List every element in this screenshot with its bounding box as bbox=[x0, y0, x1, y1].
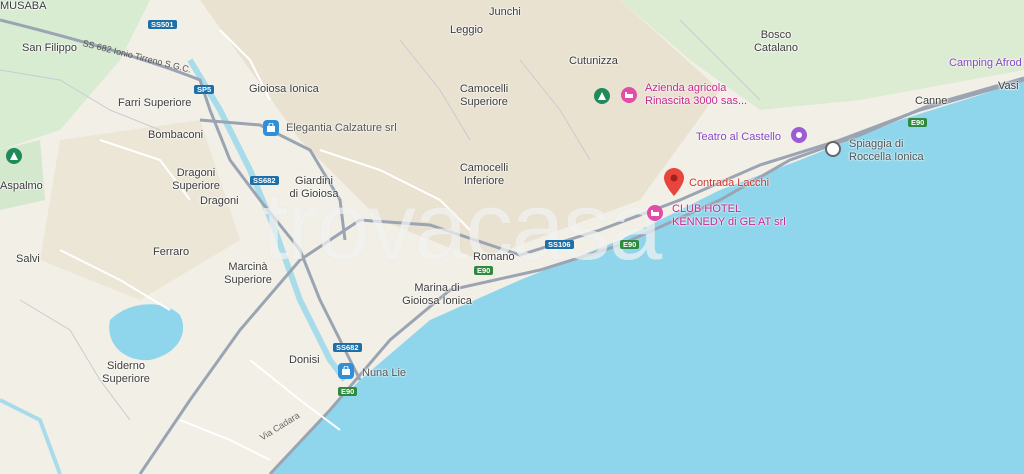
hotel-icon[interactable] bbox=[647, 205, 663, 221]
place-label-dragoni: Dragoni bbox=[200, 195, 239, 207]
place-label-donisi: Donisi bbox=[289, 354, 320, 366]
road-shield-ss106: SS106 bbox=[545, 240, 574, 249]
place-label-siderno-superiore: Siderno Superiore bbox=[102, 360, 150, 385]
poi-contrada-lacchi[interactable]: Contrada Lacchi bbox=[689, 177, 769, 190]
poi-azienda-agricola[interactable]: Azienda agricola Rinascita 3000 sas... bbox=[645, 82, 747, 108]
poi-camping-afrod[interactable]: Camping Afrod bbox=[949, 57, 1022, 70]
shopping-bag-icon[interactable] bbox=[263, 120, 279, 136]
place-label-romano: Romano bbox=[473, 251, 515, 263]
shopping-bag-icon[interactable] bbox=[338, 363, 354, 379]
place-label-cutunizza: Cutunizza bbox=[569, 55, 618, 67]
place-label-salvi: Salvi bbox=[16, 253, 40, 265]
place-label-bombaconi: Bombaconi bbox=[148, 129, 204, 141]
place-label-san-filippo: San Filippo bbox=[22, 42, 78, 54]
poi-club-hotel-kennedy[interactable]: CLUB HOTEL KENNEDY di GE AT srl bbox=[672, 203, 786, 229]
beach-icon[interactable] bbox=[825, 141, 841, 157]
place-label-marina-di-gioiosa: Marina di Gioiosa Ionica bbox=[402, 282, 472, 307]
place-label-bosco-catalano: Bosco Catalano bbox=[753, 29, 799, 54]
place-label-marcina-superiore: Marcinà Superiore bbox=[224, 261, 272, 286]
attraction-icon[interactable] bbox=[791, 127, 807, 143]
map-pin-icon[interactable] bbox=[664, 168, 684, 201]
road-shield-e90-b: E90 bbox=[620, 240, 640, 249]
place-label-ferraro: Ferraro bbox=[153, 246, 190, 258]
road-shield-ss682-b: SS682 bbox=[333, 343, 362, 352]
road-shield-e90-a: E90 bbox=[474, 266, 494, 275]
poi-teatro-al-castello[interactable]: Teatro al Castello bbox=[696, 131, 781, 144]
road-shield-ss501: SS501 bbox=[148, 20, 177, 29]
road-shield-ss682-a: SS682 bbox=[250, 176, 279, 185]
place-label-aspalmo: Aspalmo bbox=[0, 180, 43, 192]
place-label-vasi: Vasi bbox=[998, 80, 1019, 92]
map-canvas[interactable]: trovacasa MUSABA San Filippo Farri Super… bbox=[0, 0, 1024, 474]
hotel-icon[interactable] bbox=[621, 87, 637, 103]
road-shield-e90-c: E90 bbox=[908, 118, 928, 127]
place-label-canne: Canne bbox=[915, 95, 948, 107]
place-label-gioiosa-ionica: Gioiosa Ionica bbox=[249, 83, 319, 95]
poi-spiaggia-roccella[interactable]: Spiaggia di Roccella Ionica bbox=[849, 138, 924, 164]
park-icon[interactable] bbox=[6, 148, 22, 164]
place-label-dragoni-superiore: Dragoni Superiore bbox=[172, 167, 220, 192]
poi-elegantia[interactable]: Elegantia Calzature srl bbox=[286, 122, 397, 135]
place-label-junchi: Junchi bbox=[489, 6, 521, 18]
poi-nuna-lie[interactable]: Nuna Lie bbox=[362, 367, 406, 380]
camping-icon[interactable] bbox=[594, 88, 610, 104]
place-label-camocelli-inferiore: Camocelli Inferiore bbox=[459, 162, 509, 187]
place-label-camocelli-superiore: Camocelli Superiore bbox=[459, 83, 509, 108]
place-label-farri-superiore: Farri Superiore bbox=[118, 97, 192, 109]
place-label-leggio: Leggio bbox=[450, 24, 484, 36]
road-shield-e90-d: E90 bbox=[338, 387, 358, 396]
place-label-musaba: MUSABA bbox=[0, 0, 47, 12]
place-label-giardini: Giardini di Gioiosa bbox=[289, 175, 339, 200]
road-shield-sp5: SP5 bbox=[194, 85, 215, 94]
